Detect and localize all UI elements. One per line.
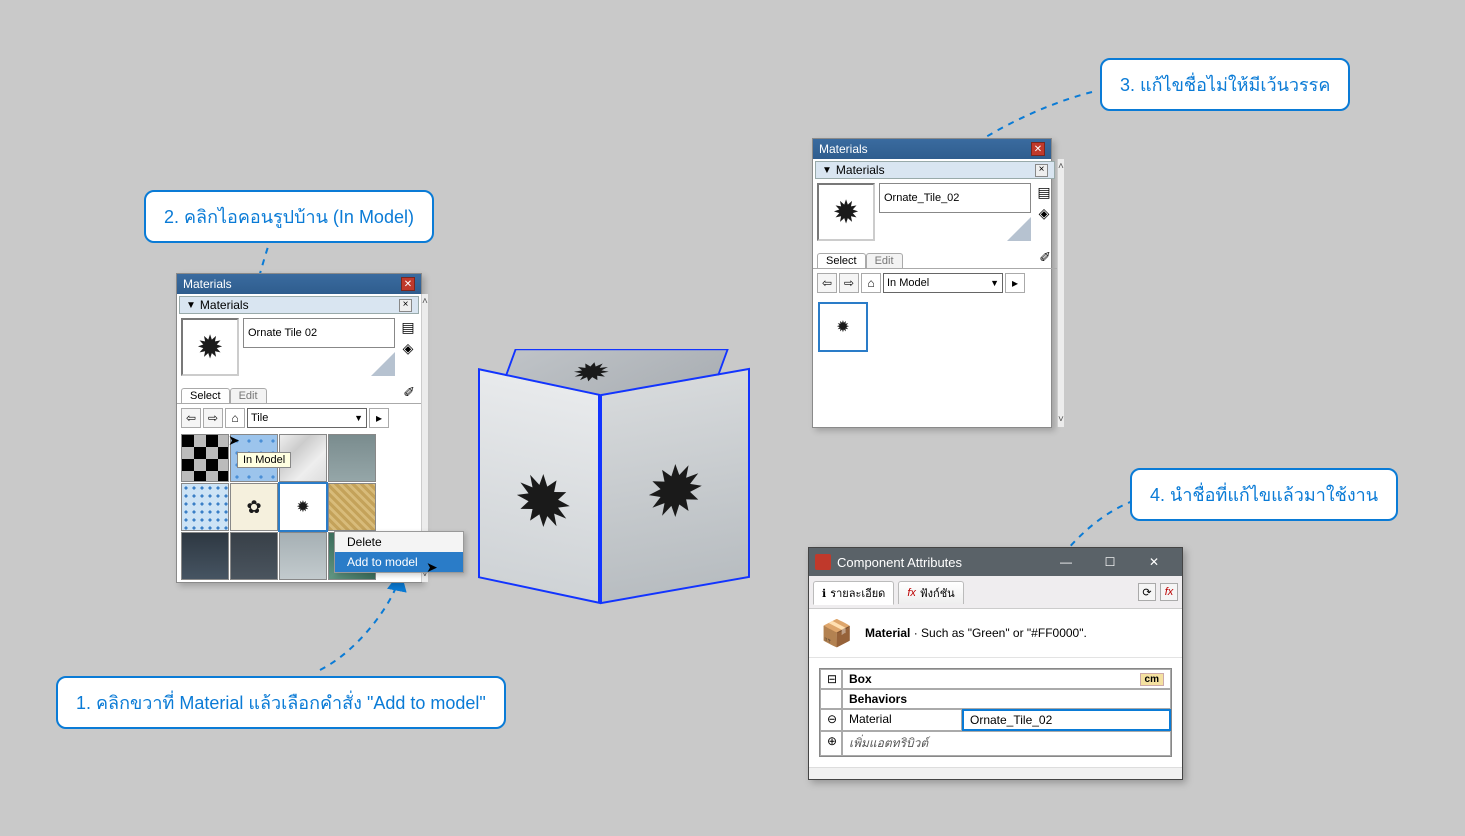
details-button[interactable]: ▸ [369, 408, 389, 428]
attribute-description: 📦 Material · Such as "Green" or "#FF0000… [809, 609, 1182, 658]
tray-close-icon[interactable]: × [399, 299, 412, 312]
attr-value-material[interactable]: Ornate_Tile_02 [962, 709, 1171, 731]
toggle-fx-icon[interactable]: fx [1160, 583, 1178, 601]
tab-details-label: รายละเอียด [830, 584, 885, 602]
window-title-bar[interactable]: Component Attributes ― ☐ ✕ [809, 548, 1182, 576]
component-attributes-window: Component Attributes ― ☐ ✕ ℹ รายละเอียด … [808, 547, 1183, 780]
material-library-dropdown[interactable]: Tile ▼ [247, 408, 367, 428]
ornate-star-icon: ✹ [296, 497, 309, 517]
ornate-star-icon: ✹ [195, 332, 225, 362]
window-title-text: Component Attributes [837, 555, 962, 570]
fold-icon [371, 352, 395, 376]
tab-functions[interactable]: fx ฟังก์ชัน [898, 581, 963, 604]
panel-title-bar[interactable]: Materials ✕ [177, 274, 421, 294]
close-icon[interactable]: ✕ [401, 277, 415, 291]
tile-item-selected[interactable]: ✹ [819, 303, 867, 351]
cube-glyph-icon: 📦 [819, 615, 855, 651]
tile-item[interactable] [279, 532, 327, 580]
tile-item[interactable] [230, 532, 278, 580]
row-add-icon[interactable]: ⊕ [820, 731, 842, 756]
component-name: Box [849, 672, 872, 686]
tile-item[interactable]: ✿ [230, 483, 278, 531]
callout-step-2: 2. คลิกไอคอนรูปบ้าน (In Model) [144, 190, 434, 243]
texture-star-icon: ✹ [646, 446, 705, 538]
nav-fwd-button[interactable]: ⇨ [203, 408, 223, 428]
tile-item-selected[interactable]: ✹ [279, 483, 327, 531]
nav-fwd-button[interactable]: ⇨ [839, 273, 859, 293]
callout-step-4: 4. นำชื่อที่แก้ไขแล้วมาใช้งาน [1130, 468, 1398, 521]
desc-name: Material [865, 626, 910, 640]
minimize-button[interactable]: ― [1044, 548, 1088, 576]
eyedropper-icon[interactable]: ✐ [401, 382, 417, 403]
tray-header-text: Materials [836, 163, 885, 177]
attr-name-material[interactable]: Material [842, 709, 962, 731]
create-material-icon[interactable]: ◈ [1035, 204, 1053, 222]
material-preview[interactable]: ✹ [817, 183, 875, 241]
fold-icon [1007, 217, 1031, 241]
tray-header-materials[interactable]: ▼ Materials × [179, 296, 419, 314]
unit-indicator[interactable]: cm [1140, 673, 1164, 686]
material-library-dropdown[interactable]: In Model ▼ [883, 273, 1003, 293]
tab-functions-label: ฟังก์ชัน [920, 584, 955, 602]
group-behaviors: Behaviors [842, 689, 1171, 709]
dropdown-value: Tile [251, 412, 268, 424]
add-material-icon[interactable]: ▤ [399, 318, 417, 336]
eyedropper-icon[interactable]: ✐ [1037, 247, 1053, 268]
tile-item[interactable] [328, 483, 376, 531]
in-model-home-icon[interactable]: ⌂ [861, 273, 881, 293]
flower-icon: ✿ [246, 497, 261, 518]
add-material-icon[interactable]: ▤ [1035, 183, 1053, 201]
tile-item[interactable] [328, 434, 376, 482]
tile-item[interactable] [181, 483, 229, 531]
tooltip-in-model: In Model [237, 452, 291, 468]
tab-edit[interactable]: Edit [866, 253, 903, 268]
tray-close-icon[interactable]: × [1035, 164, 1048, 177]
resize-grip[interactable] [809, 767, 1182, 779]
context-menu: Delete Add to model [334, 531, 464, 573]
material-preview[interactable]: ✹ [181, 318, 239, 376]
details-button[interactable]: ▸ [1005, 273, 1025, 293]
vertical-scrollbar[interactable]: ˄˅ [1057, 159, 1064, 427]
maximize-button[interactable]: ☐ [1088, 548, 1132, 576]
tab-edit[interactable]: Edit [230, 388, 267, 403]
context-menu-delete[interactable]: Delete [335, 532, 463, 552]
app-logo-icon [815, 554, 831, 570]
tab-select[interactable]: Select [817, 253, 866, 268]
row-remove-icon[interactable]: ⊖ [820, 709, 842, 731]
ornate-star-icon: ✹ [836, 317, 849, 337]
info-icon: ℹ [822, 587, 826, 600]
tile-item[interactable] [181, 532, 229, 580]
panel-title-text: Materials [183, 277, 232, 291]
texture-star-icon: ✹ [514, 455, 573, 549]
desc-body: · Such as "Green" or "#FF0000". [910, 626, 1086, 640]
cube-preview: ✹ ✹ ✹ [478, 333, 748, 613]
material-name-input[interactable] [879, 183, 1031, 213]
panel-title-bar[interactable]: Materials ✕ [813, 139, 1051, 159]
tray-header-text: Materials [200, 298, 249, 312]
callout-step-3: 3. แก้ไขชื่อไม่ให้มีเว้นวรรค [1100, 58, 1350, 111]
nav-back-button[interactable]: ⇦ [817, 273, 837, 293]
attribute-table: ⊟ Box cm Behaviors ⊖ Material Ornate_Til… [809, 658, 1182, 767]
materials-panel-right: Materials ✕ ▼ Materials × ✹ [812, 138, 1052, 428]
close-button[interactable]: ✕ [1132, 548, 1176, 576]
tile-item[interactable] [181, 434, 229, 482]
tray-header-materials[interactable]: ▼ Materials × [815, 161, 1055, 179]
material-name-input[interactable] [243, 318, 395, 348]
tab-details[interactable]: ℹ รายละเอียด [813, 581, 894, 605]
add-attribute-row[interactable]: เพิ่มแอตทริบิวต์ [842, 731, 1171, 756]
panel-title-text: Materials [819, 142, 868, 156]
nav-back-button[interactable]: ⇦ [181, 408, 201, 428]
collapse-toggle[interactable]: ⊟ [820, 669, 842, 689]
refresh-icon[interactable]: ⟳ [1138, 583, 1156, 601]
tab-select[interactable]: Select [181, 388, 230, 403]
ornate-star-icon: ✹ [831, 197, 861, 227]
in-model-home-icon[interactable]: ⌂ [225, 408, 245, 428]
fx-icon: fx [907, 587, 916, 599]
context-menu-add-to-model[interactable]: Add to model [335, 552, 463, 572]
close-icon[interactable]: ✕ [1031, 142, 1045, 156]
create-material-icon[interactable]: ◈ [399, 339, 417, 357]
dropdown-value: In Model [887, 277, 929, 289]
callout-step-1: 1. คลิกขวาที่ Material แล้วเลือกคำสั่ง "… [56, 676, 506, 729]
